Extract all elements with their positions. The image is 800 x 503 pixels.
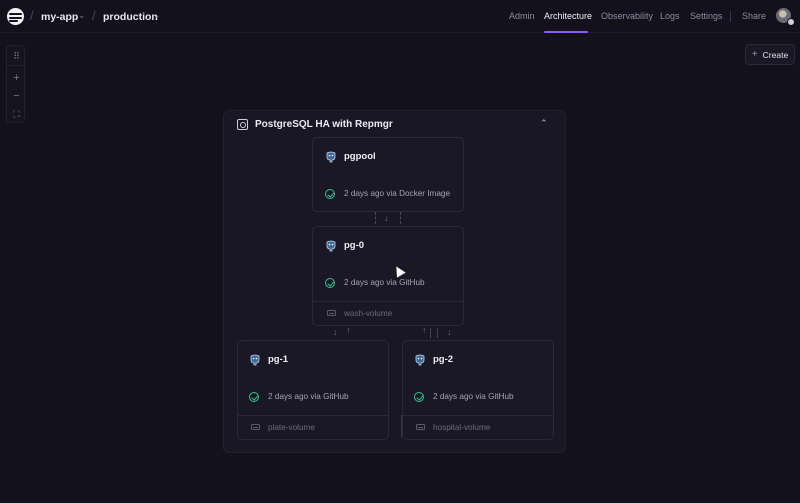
postgres-icon [326,240,336,252]
volume-icon [327,310,336,316]
tab-observability[interactable]: Observability [601,11,653,21]
breadcrumb-separator: / [30,8,34,23]
chevron-up-icon[interactable]: ⌃ [540,118,548,129]
postgres-icon [250,354,260,366]
connector-line [437,328,438,338]
deploy-status: 2 days ago via GitHub [344,278,425,287]
volume-icon [251,424,260,430]
grid-icon[interactable]: ⠿ [7,46,26,66]
create-button[interactable]: + Create [745,44,795,65]
service-name: pg-1 [268,354,289,365]
breadcrumb-separator: / [92,8,96,23]
active-tab-indicator [544,31,588,33]
arrow-down-icon: ↓ [333,327,338,337]
check-circle-icon [414,392,424,402]
deploy-status: 2 days ago via GitHub [268,392,349,401]
avatar-status-badge [787,18,795,26]
group-title: PostgreSQL HA with Repmgr [255,119,393,130]
fit-view-icon[interactable]: ⛶ [7,106,26,122]
nav-divider [730,11,731,22]
tab-admin[interactable]: Admin [509,11,535,21]
tab-settings[interactable]: Settings [690,11,723,21]
top-bar: / my-app ⌄ / production ⌄ Admin Architec… [0,0,800,33]
tab-logs[interactable]: Logs [660,11,680,21]
volume-name[interactable]: wash-volume [344,309,392,318]
tab-architecture[interactable]: Architecture [544,11,592,21]
volume-section [238,415,388,416]
volume-name[interactable]: hospital-volume [433,423,490,432]
chevron-down-icon[interactable]: ⌄ [153,10,161,21]
service-name: pg-0 [344,240,365,251]
arrow-up-icon: ↑ [346,325,351,335]
group-icon [237,119,248,130]
chevron-down-icon[interactable]: ⌄ [78,10,86,21]
connector-line [400,212,401,224]
deploy-status: 2 days ago via GitHub [433,392,514,401]
postgres-icon [326,151,336,163]
service-name: pg-2 [433,354,454,365]
plus-icon: + [751,49,758,60]
deploy-status: 2 days ago via Docker Image [344,189,451,198]
volume-icon [416,424,425,430]
volume-name[interactable]: plate-volume [268,423,315,432]
check-circle-icon [325,189,335,199]
volume-section [313,301,463,302]
arrow-down-icon: ↓ [384,213,389,223]
postgres-icon [415,354,425,366]
connector-line [375,212,376,224]
check-circle-icon [249,392,259,402]
app-logo-icon[interactable] [7,8,24,25]
environment-name[interactable]: production [103,11,158,23]
arrow-down-icon: ↓ [447,327,452,337]
canvas-toolbar: ⠿ + − ⛶ [6,45,26,123]
service-name: pgpool [344,151,376,162]
share-button[interactable]: Share [742,11,766,21]
zoom-in-icon[interactable]: + [7,70,26,86]
service-card-pgpool[interactable] [312,137,464,212]
check-circle-icon [325,278,335,288]
project-name[interactable]: my-app [41,11,78,23]
connector-line [430,328,431,338]
volume-section [403,415,553,416]
arrow-up-icon: ↑ [422,325,427,335]
create-button-label: Create [762,49,789,60]
zoom-out-icon[interactable]: − [7,88,26,104]
